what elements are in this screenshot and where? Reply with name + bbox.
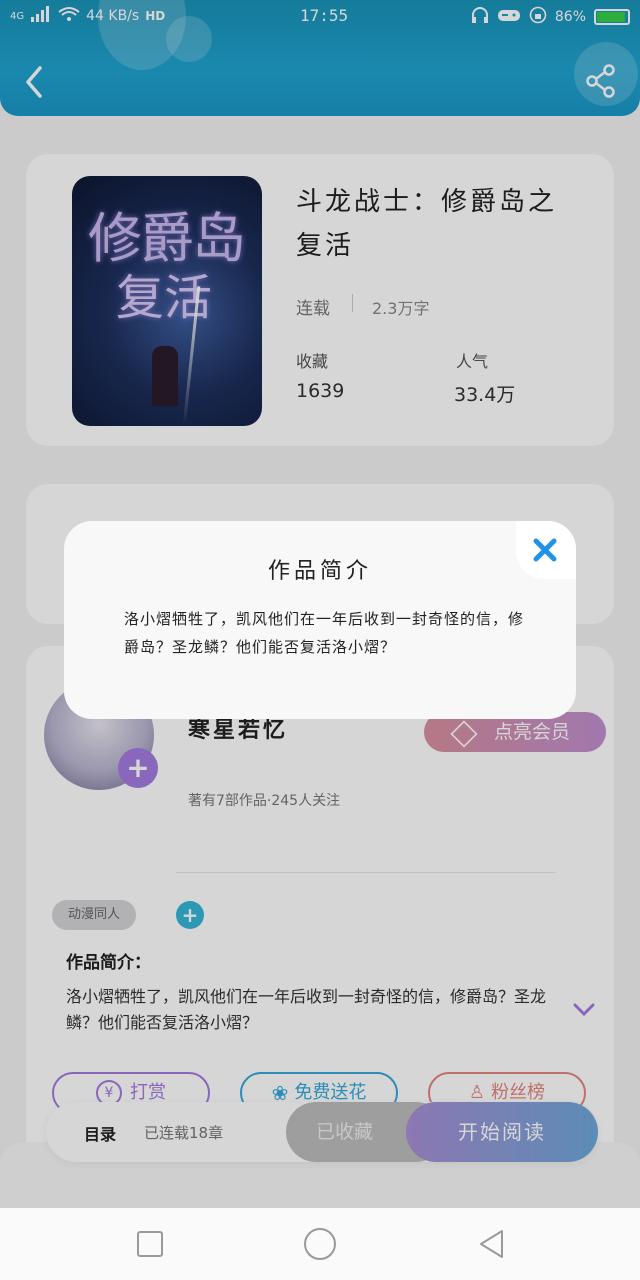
recent-apps-button[interactable] [136,1230,166,1260]
close-button[interactable] [516,521,576,579]
dialog-title: 作品简介 [267,559,372,584]
dialog-body: 洛小熠牺牲了，凯风他们在一年后收到一封奇怪的信，修爵岛？圣龙鳞？他们能否复活洛小… [124,610,525,656]
home-button[interactable] [302,1226,338,1262]
back-nav-button[interactable] [476,1228,508,1260]
close-icon [533,538,557,562]
intro-dialog: 作品简介 洛小熠牺牲了，凯风他们在一年后收到一封奇怪的信，修爵岛？圣龙鳞？他们能… [64,521,576,719]
system-nav-bar [0,1208,640,1280]
